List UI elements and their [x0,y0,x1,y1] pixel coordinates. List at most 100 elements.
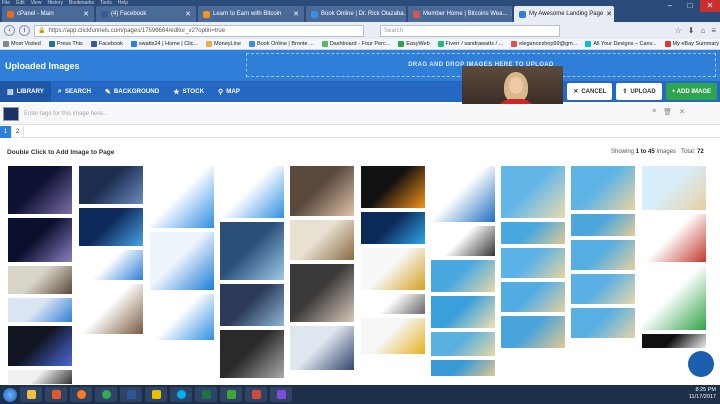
bookmark-item[interactable]: My eBay Summary [664,41,719,47]
gallery-image[interactable] [501,222,565,244]
gallery-image[interactable] [431,360,495,376]
bookmark-item[interactable]: All Your Designs – Canv... [585,41,657,47]
menu-item[interactable]: File [2,0,10,6]
bookmark-item[interactable]: Most Visited [3,41,41,47]
taskbar-firefox-icon[interactable] [70,387,92,402]
gallery-image[interactable] [79,208,143,246]
gallery-image[interactable] [431,260,495,292]
chat-widget-button[interactable] [688,351,714,377]
tab-stock[interactable]: ★ STOCK [166,81,211,102]
bookmark-item[interactable]: Dashboard - Four Perc... [321,41,390,47]
taskbar-app-icon[interactable] [145,387,167,402]
gallery-image[interactable] [220,222,284,280]
minimize-icon[interactable]: – [660,0,680,12]
gallery-image[interactable] [642,166,706,210]
list-icon[interactable]: ≡ [652,108,656,116]
gallery-image[interactable] [431,226,495,256]
back-icon[interactable]: ‹ [4,25,15,36]
taskbar-media-icon[interactable] [45,387,67,402]
browser-tab[interactable]: Book Online | Dr. Rick Olazaba...✕ [306,6,406,22]
gallery-image[interactable] [642,334,706,348]
gallery-image[interactable] [290,220,354,260]
bookmark-item[interactable]: Facebook [90,41,123,47]
bookmark-item[interactable]: Book Online | Bronte ... [248,41,314,47]
close-tab-icon[interactable]: ✕ [290,10,299,18]
gallery-image[interactable] [8,370,72,384]
gallery-image[interactable] [571,308,635,338]
gallery-image[interactable] [220,330,284,378]
gallery-image[interactable] [361,248,425,290]
gallery-image[interactable] [8,166,72,214]
start-button[interactable] [3,387,17,402]
menu-icon[interactable]: ≡ [711,26,716,35]
home-icon[interactable]: ⌂ [700,26,705,35]
gallery-image[interactable] [150,166,214,228]
gallery-image[interactable] [642,214,706,262]
gallery-image[interactable] [501,166,565,218]
browser-tab[interactable]: cPanel - Main ✕ [2,6,94,22]
menu-item[interactable]: History [47,0,63,6]
close-window-icon[interactable]: ✕ [700,0,720,12]
taskbar-chrome-icon[interactable] [95,387,117,402]
taskbar-camtasia-icon[interactable] [220,387,242,402]
taskbar-word-icon[interactable] [120,387,142,402]
browser-tab[interactable]: Learn to Earn with Bitcoin ✕ [198,6,304,22]
gallery-image[interactable] [501,282,565,312]
gallery-image[interactable] [431,332,495,356]
gallery-image[interactable] [220,166,284,218]
bookmark-item[interactable]: Fiverr / sandrawatts / ... [437,41,503,47]
tab-search[interactable]: ⌕ SEARCH [51,81,98,102]
tab-library[interactable]: ▤ LIBRARY [0,81,51,102]
cancel-button[interactable]: ✕ CANCEL [567,83,613,100]
menu-item[interactable]: Bookmarks [69,0,94,6]
gallery-image[interactable] [79,250,143,280]
gallery-image[interactable] [79,166,143,204]
close-tab-icon[interactable]: ✕ [507,10,512,18]
gallery-image[interactable] [361,294,425,314]
menu-item[interactable]: View [31,0,42,6]
gallery-image[interactable] [220,284,284,326]
menu-item[interactable]: Edit [16,0,25,6]
tab-background[interactable]: ✎ BACKGROUND [98,81,166,102]
gallery-image[interactable] [8,266,72,294]
browser-tab[interactable]: My Awesome Landing Page ✕ [514,6,614,22]
bookmark-item[interactable]: EasyWeb [398,41,430,47]
menu-item[interactable]: Tools [100,0,112,6]
page-button[interactable]: 2 [12,126,24,138]
maximize-icon[interactable]: □ [680,0,700,12]
gallery-image[interactable] [79,284,143,334]
upload-button[interactable]: ⇧ UPLOAD [616,83,662,100]
gallery-image[interactable] [8,326,72,366]
menu-item[interactable]: Help [118,0,128,6]
gallery-image[interactable] [571,166,635,210]
gallery-image[interactable] [431,296,495,328]
gallery-image[interactable] [501,316,565,348]
gallery-image[interactable] [150,294,214,340]
bookmark-star-icon[interactable]: ☆ [675,26,682,35]
tab-map[interactable]: ⚲ MAP [211,81,247,102]
add-image-button[interactable]: + ADD IMAGE [665,83,717,100]
bookmark-item[interactable]: eleganceshop99@gm... [511,41,577,47]
taskbar-notes-icon[interactable] [245,387,267,402]
gallery-image[interactable] [361,166,425,208]
taskbar-skype-icon[interactable] [170,387,192,402]
taskbar-explorer-icon[interactable] [20,387,42,402]
browser-tab[interactable]: (4) Facebook ✕ [96,6,196,22]
taskbar-excel-icon[interactable] [195,387,217,402]
gallery-image[interactable] [571,240,635,270]
close-tab-icon[interactable]: ✕ [182,10,191,18]
info-icon[interactable]: i [19,25,30,36]
browser-tab[interactable]: Member Home | Bitcoins Wea...✕ [408,6,512,22]
gallery-image[interactable] [571,214,635,236]
download-icon[interactable]: ⬇ [688,26,695,35]
gallery-image[interactable] [361,212,425,244]
gallery-image[interactable] [501,248,565,278]
close-tab-icon[interactable]: ✕ [603,10,612,18]
taskbar-app2-icon[interactable] [270,387,292,402]
gallery-image[interactable] [8,218,72,262]
tag-input[interactable]: Enter tags for this image here... [24,108,624,120]
bookmark-item[interactable]: swatts24 | Home | Clic... [130,41,198,47]
gallery-image[interactable] [150,232,214,290]
gallery-image[interactable] [431,166,495,222]
browser-search-field[interactable]: Search [380,24,560,37]
